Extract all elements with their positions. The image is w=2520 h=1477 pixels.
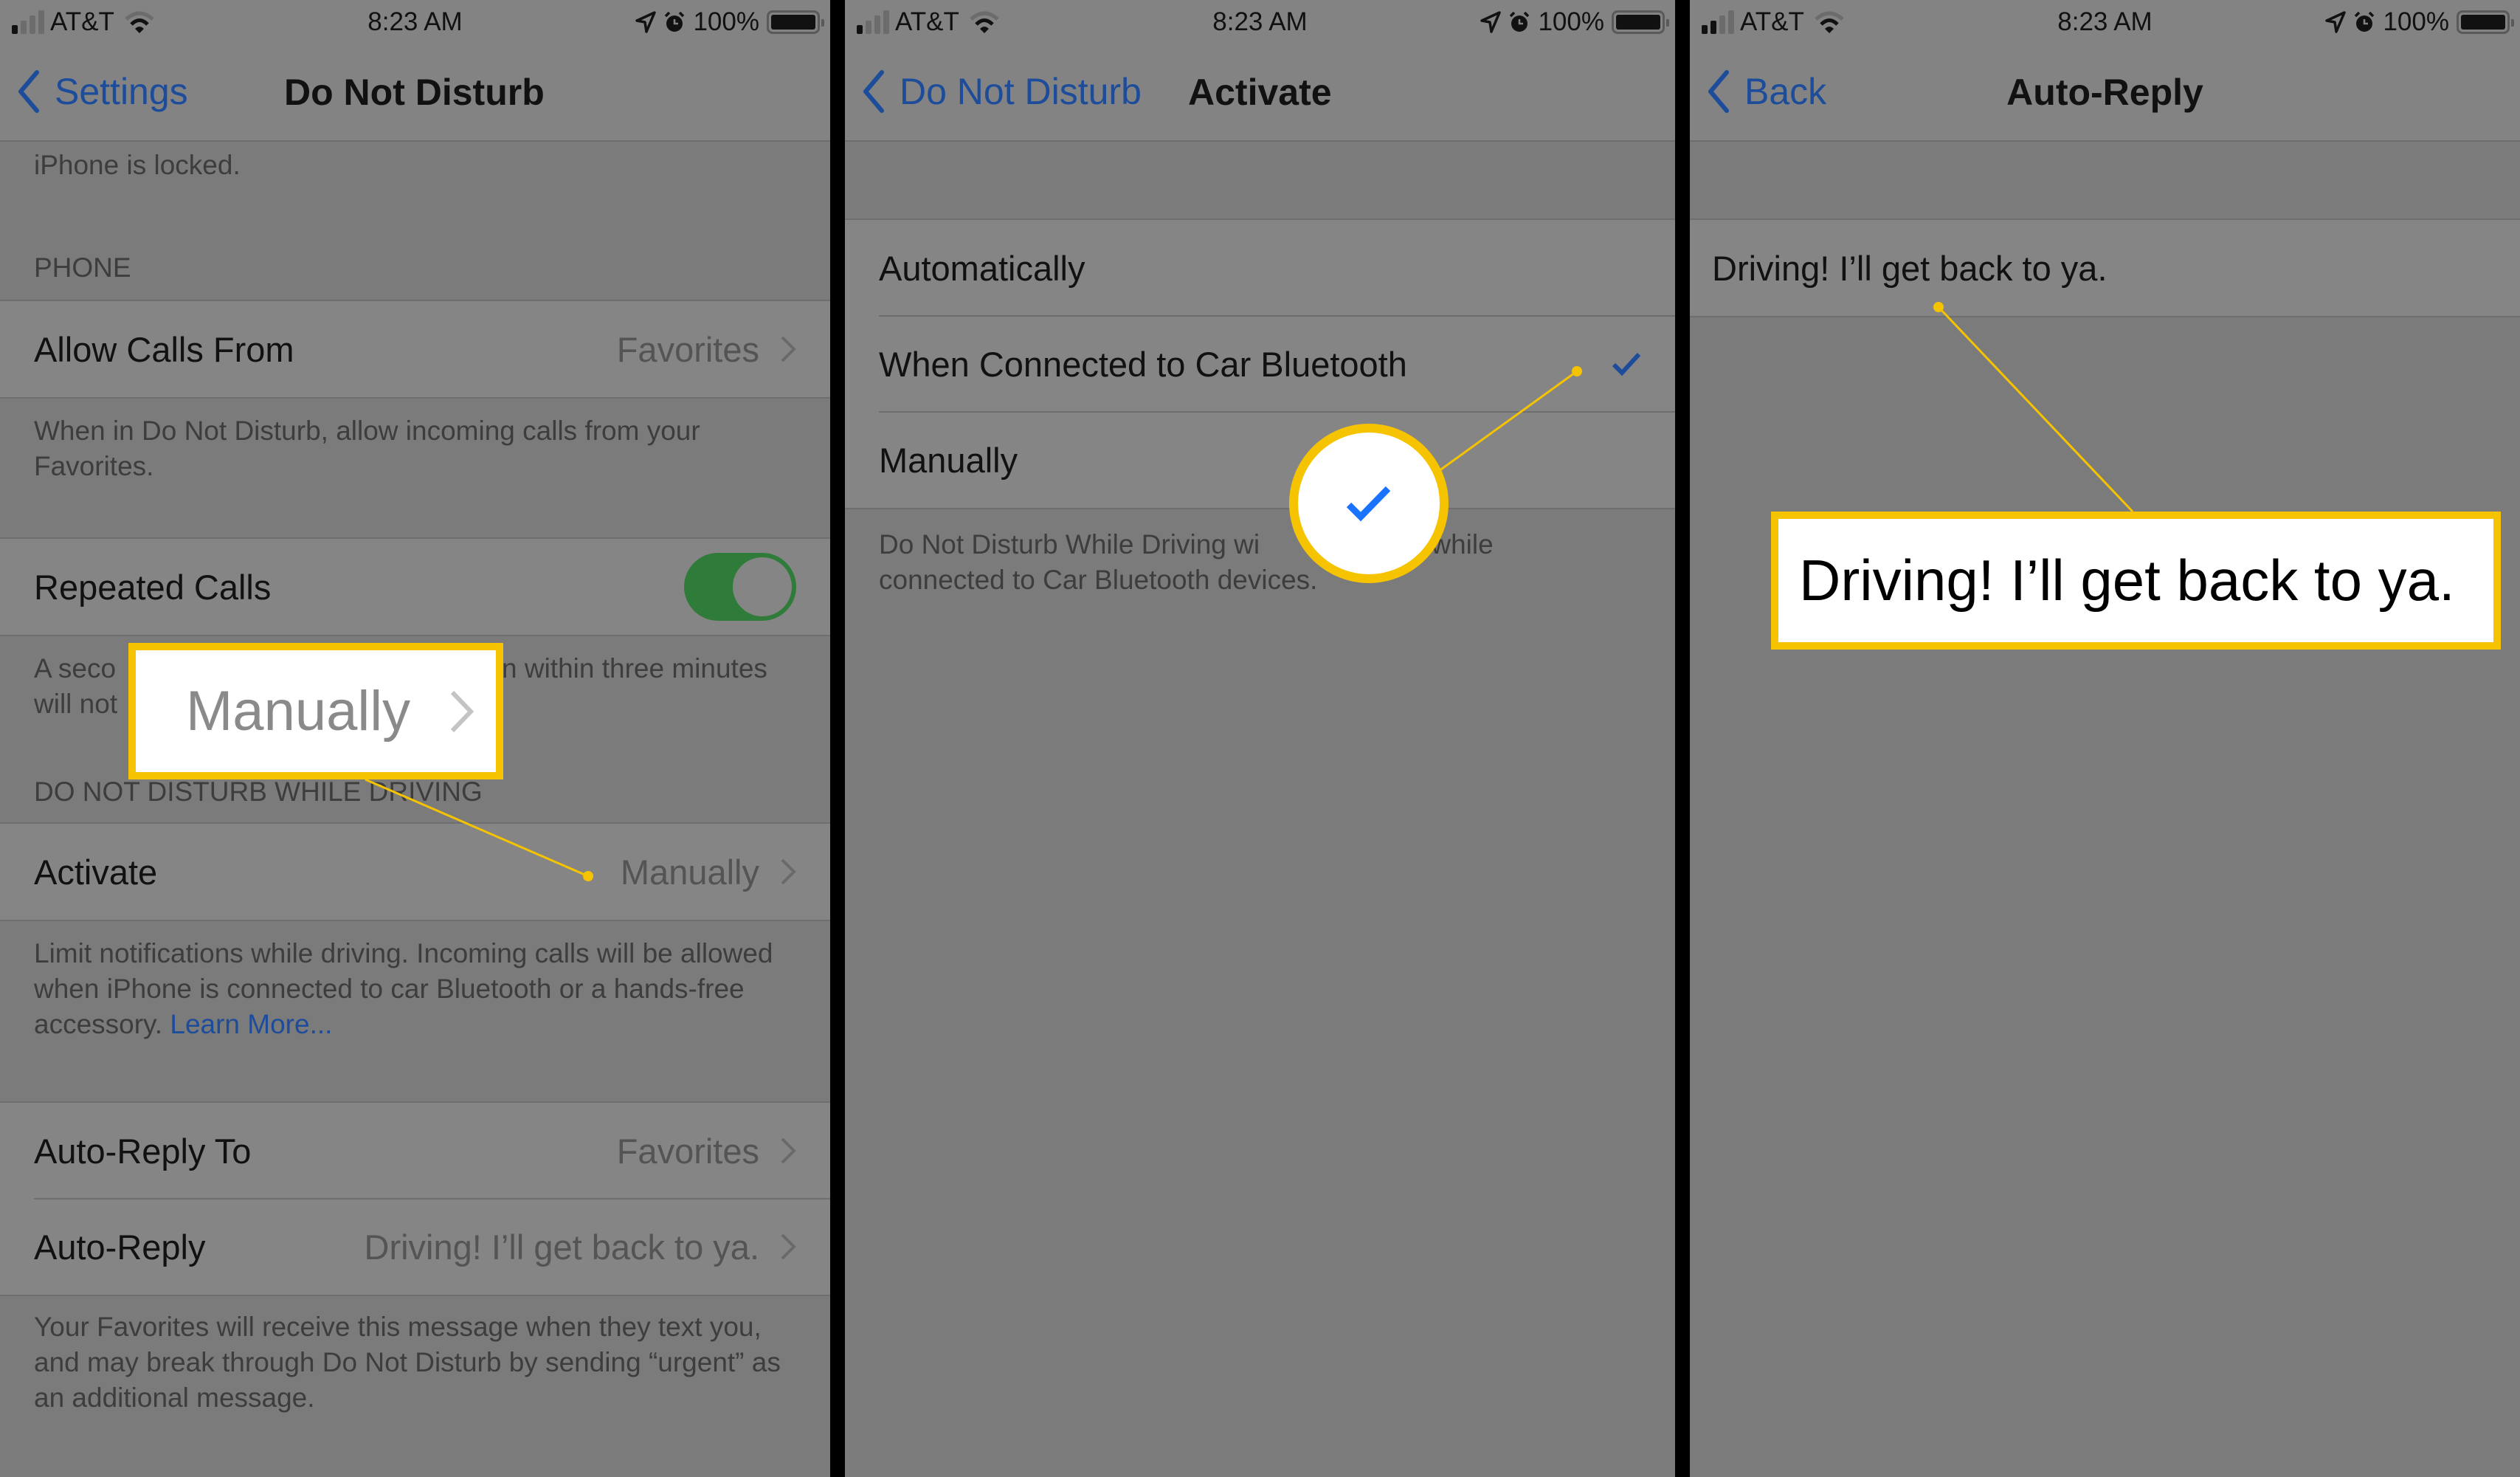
learn-more-link[interactable]: Learn More...: [170, 1009, 332, 1039]
row-label: Auto-Reply: [34, 1227, 206, 1267]
status-bar: AT&T 8:23 AM 100%: [1690, 0, 2520, 47]
message-text: Driving! I’ll get back to ya.: [1712, 248, 2108, 288]
chevron-right-icon: [450, 690, 474, 732]
row-value: Driving! I’ll get back to ya.: [364, 1227, 760, 1267]
option-label: Automatically: [879, 248, 1085, 288]
row-auto-reply[interactable]: Auto-Reply Driving! I’ll get back to ya.: [0, 1198, 830, 1295]
row-activate[interactable]: Activate Manually: [0, 824, 830, 920]
option-manually[interactable]: Manually: [845, 411, 1675, 508]
option-label: When Connected to Car Bluetooth: [879, 344, 1407, 384]
message-cell: Driving! I’ll get back to ya.: [1690, 218, 2520, 317]
callout-text: Manually: [186, 680, 411, 743]
row-value: Favorites: [616, 329, 759, 369]
page-title: Activate: [1188, 72, 1332, 113]
page-title: Auto-Reply: [2006, 72, 2203, 113]
chevron-right-icon: [781, 858, 796, 885]
battery-icon: [2457, 10, 2514, 34]
back-label: Settings: [55, 71, 188, 112]
callout-text: Driving! I’ll get back to ya.: [1799, 548, 2455, 613]
screen-auto-reply: AT&T 8:23 AM 100% Back Auto-Reply Drivin…: [1690, 0, 2520, 1477]
battery-percent: 100%: [1538, 7, 1604, 36]
auto-reply-editor: Driving! I’ll get back to ya.: [1690, 143, 2520, 1477]
row-repeated-calls: Repeated Calls: [0, 539, 830, 635]
battery-icon: [767, 10, 824, 34]
row-label: Auto-Reply To: [34, 1131, 252, 1171]
chevron-right-icon: [781, 1137, 796, 1164]
group-auto-reply: Auto-Reply To Favorites Auto-Reply Drivi…: [0, 1101, 830, 1296]
nav-bar: Do Not Disturb Activate: [845, 47, 1675, 142]
section-footer-driving: Limit notifications while driving. Incom…: [34, 938, 773, 1039]
row-value: Favorites: [616, 1131, 759, 1171]
location-arrow-icon: [2325, 11, 2347, 33]
status-bar: AT&T 8:23 AM 100%: [845, 0, 1675, 47]
settings-list[interactable]: iPhone is locked. PHONE Allow Calls From…: [0, 143, 830, 1477]
page-title: Do Not Disturb: [284, 72, 545, 113]
group-driving: Activate Manually: [0, 822, 830, 921]
option-label: Manually: [879, 440, 1018, 480]
section-header-phone: PHONE: [34, 252, 131, 283]
battery-percent: 100%: [693, 7, 759, 36]
back-button-settings[interactable]: Settings: [16, 69, 188, 114]
back-button-do-not-disturb[interactable]: Do Not Disturb: [861, 69, 1142, 114]
alarm-clock-icon: [665, 11, 685, 32]
chevron-right-icon: [781, 1233, 796, 1260]
section-footer-locked: iPhone is locked.: [34, 150, 241, 180]
chevron-left-icon: [18, 70, 39, 113]
repeated-calls-toggle[interactable]: [684, 553, 796, 621]
checkmark-icon: [1346, 486, 1391, 522]
status-bar: AT&T 8:23 AM 100%: [0, 0, 830, 47]
footer-fragment-right: n within three minutes: [502, 653, 767, 684]
row-allow-calls-from[interactable]: Allow Calls From Favorites: [0, 301, 830, 397]
row-value: Manually: [620, 852, 759, 892]
option-car-bluetooth[interactable]: When Connected to Car Bluetooth: [845, 315, 1675, 412]
group-phone: Allow Calls From Favorites: [0, 300, 830, 399]
back-label: Do Not Disturb: [900, 71, 1142, 112]
row-label: Allow Calls From: [34, 329, 294, 369]
alarm-clock-icon: [1510, 11, 1530, 32]
battery-percent: 100%: [2383, 7, 2449, 36]
checkmark-icon: [1612, 352, 1641, 376]
chevron-right-icon: [781, 336, 796, 362]
options-list: Automatically When Connected to Car Blue…: [845, 143, 1675, 1477]
callout-auto-reply-message: Driving! I’ll get back to ya.: [1771, 512, 2501, 650]
section-header-driving: DO NOT DISTURB WHILE DRIVING: [34, 777, 483, 807]
section-footer-auto-reply: Your Favorites will receive this message…: [34, 1312, 781, 1413]
callout-checkmark: [1289, 424, 1449, 583]
location-arrow-icon: [635, 11, 657, 33]
screen-activate: AT&T 8:23 AM 100% Do Not Disturb Activat…: [845, 0, 1675, 1477]
option-automatically[interactable]: Automatically: [845, 220, 1675, 316]
nav-bar: Back Auto-Reply: [1690, 47, 2520, 142]
alarm-clock-icon: [2355, 11, 2375, 32]
section-footer-phone: When in Do Not Disturb, allow incoming c…: [34, 416, 700, 481]
row-label: Repeated Calls: [34, 567, 272, 607]
nav-bar: Settings Do Not Disturb: [0, 47, 830, 142]
row-auto-reply-to[interactable]: Auto-Reply To Favorites: [0, 1103, 830, 1199]
location-arrow-icon: [1480, 11, 1502, 33]
activate-options-group: Automatically When Connected to Car Blue…: [845, 218, 1675, 509]
battery-icon: [1612, 10, 1669, 34]
chevron-left-icon: [863, 70, 884, 113]
group-repeated-calls: Repeated Calls: [0, 537, 830, 636]
callout-manually: Manually: [128, 643, 503, 779]
auto-reply-message-field[interactable]: Driving! I’ll get back to ya.: [1690, 220, 2520, 316]
row-label: Activate: [34, 852, 158, 892]
